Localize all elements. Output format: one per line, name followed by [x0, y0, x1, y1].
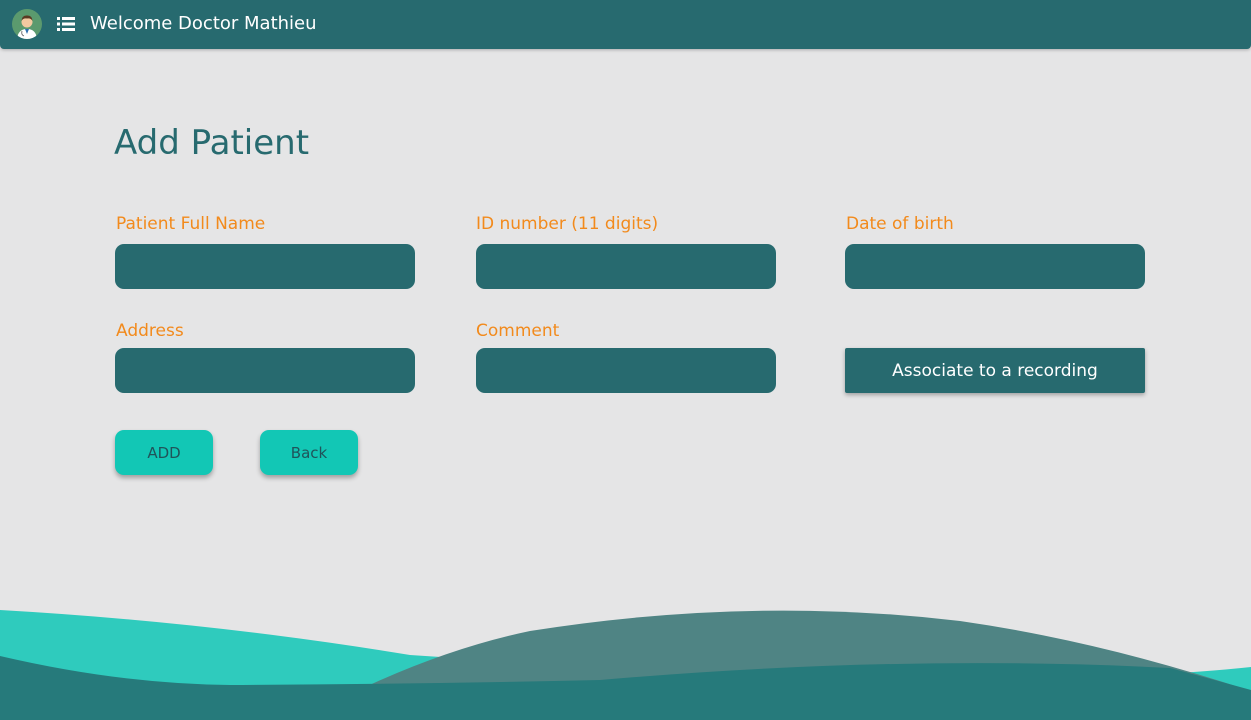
date-of-birth-label: Date of birth [846, 214, 954, 234]
associate-recording-button[interactable]: Associate to a recording [845, 348, 1145, 393]
add-button[interactable]: ADD [115, 430, 213, 475]
decorative-waves [0, 610, 1251, 720]
comment-label: Comment [476, 321, 560, 341]
address-input[interactable] [115, 348, 415, 393]
page-title: Add Patient [114, 123, 310, 163]
id-number-label: ID number (11 digits) [476, 214, 659, 234]
list-menu-icon[interactable] [57, 16, 75, 32]
full-name-input[interactable] [115, 244, 415, 289]
top-navbar: Welcome Doctor Mathieu [0, 0, 1251, 49]
full-name-label: Patient Full Name [116, 214, 266, 234]
doctor-avatar-icon[interactable] [12, 9, 42, 39]
comment-input[interactable] [476, 348, 776, 393]
id-number-input[interactable] [476, 244, 776, 289]
welcome-text: Welcome Doctor Mathieu [90, 13, 317, 34]
date-of-birth-input[interactable] [845, 244, 1145, 289]
back-button[interactable]: Back [260, 430, 358, 475]
address-label: Address [116, 321, 184, 341]
